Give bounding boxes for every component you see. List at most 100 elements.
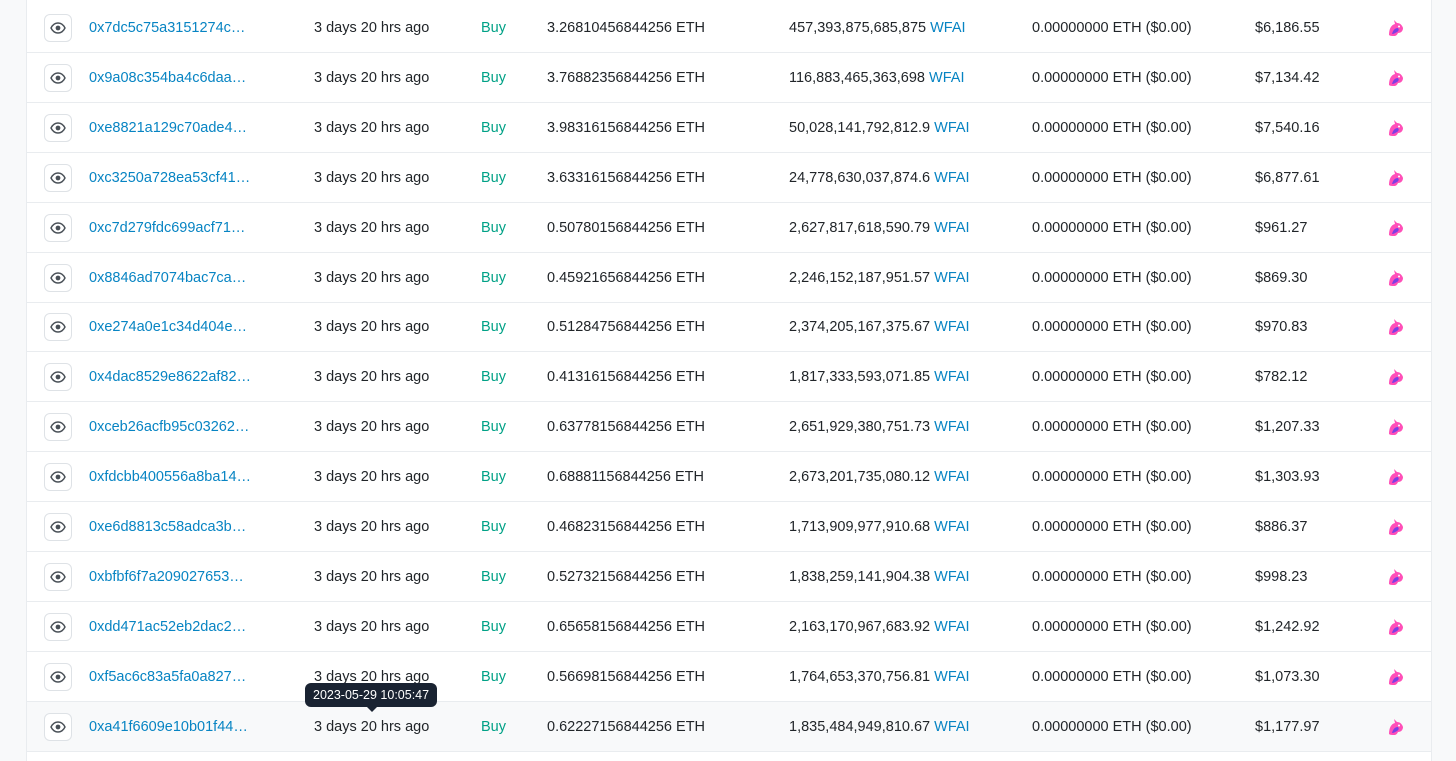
table-row: 0x4dac8529e8622af82… 3 days 20 hrs ago Buy… [27,352,1431,402]
view-details-button[interactable] [44,263,72,292]
token-link[interactable]: WFAI [930,20,965,36]
token-amount: 2,374,205,167,375.67 [789,318,931,335]
txn-price: 0.00000000 ETH ($0.00) [1032,19,1192,36]
txn-type: Buy [481,119,506,136]
txn-hash-link[interactable]: 0xe6d8813c58adca3b… [89,519,259,535]
table-row: 0xa41f6609e10b01f44… 3 days 20 hrs ago Buy… [27,702,1431,752]
token-amount-cell: 1,838,259,141,904.38 WFAI [789,569,970,585]
eye-icon [50,319,66,335]
txn-age: 3 days 20 hrs ago [314,269,430,286]
txn-age: 3 days 20 hrs ago [314,318,430,335]
uniswap-icon[interactable] [1385,616,1407,638]
view-details-button[interactable] [44,712,72,741]
txn-hash-link[interactable]: 0x9a08c354ba4c6daa… [89,70,259,86]
token-amount-cell: 1,764,653,370,756.81 WFAI [789,669,970,685]
txn-hash-link[interactable]: 0x7dc5c75a3151274c… [89,20,259,36]
token-amount: 457,393,875,685,875 [789,19,927,36]
txn-hash-link[interactable]: 0x8846ad7074bac7ca… [89,270,259,286]
txn-value: $782.12 [1255,368,1308,385]
view-details-button[interactable] [44,63,72,92]
txn-hash-link[interactable]: 0xdd471ac52eb2dac2… [89,619,259,635]
token-link[interactable]: WFAI [934,120,969,136]
txn-hash-link[interactable]: 0xa41f6609e10b01f44… [89,719,259,735]
txn-age: 3 days 20 hrs ago [314,468,430,485]
uniswap-icon[interactable] [1385,716,1407,738]
txn-hash-link[interactable]: 0xf5ac6c83a5fa0a827… [89,669,259,685]
txn-age: 3 days 20 hrs ago [314,518,430,535]
txn-type: Buy [481,718,506,735]
token-link[interactable]: WFAI [934,369,969,385]
eye-icon [50,20,66,36]
txn-hash-link[interactable]: 0xc3250a728ea53cf41… [89,170,259,186]
uniswap-icon[interactable] [1385,666,1407,688]
view-details-button[interactable] [44,662,72,691]
txn-age: 3 days 20 hrs ago [314,718,430,735]
txn-hash-link[interactable]: 0xfdcbb400556a8ba14… [89,469,259,485]
table-row: 0x8846ad7074bac7ca… 3 days 20 hrs ago Buy 0… [27,253,1431,303]
view-details-button[interactable] [44,462,72,491]
uniswap-icon[interactable] [1385,316,1407,338]
txn-hash-link[interactable]: 0x4dac8529e8622af82… [89,369,259,385]
txn-type: Buy [481,219,506,236]
uniswap-icon[interactable] [1385,67,1407,89]
eye-icon [50,469,66,485]
txn-hash-link[interactable]: 0xe274a0e1c34d404e… [89,319,259,335]
token-link[interactable]: WFAI [934,569,969,585]
txn-price: 0.00000000 ETH ($0.00) [1032,318,1192,335]
token-link[interactable]: WFAI [934,319,969,335]
table-row: 0xf5ac6c83a5fa0a827… 3 days 20 hrs ago Buy… [27,652,1431,702]
view-details-button[interactable] [44,163,72,192]
uniswap-icon[interactable] [1385,366,1407,388]
uniswap-icon[interactable] [1385,466,1407,488]
token-amount-cell: 24,778,630,037,874.6 WFAI [789,170,970,186]
view-details-button[interactable] [44,612,72,641]
uniswap-icon[interactable] [1385,17,1407,39]
token-link[interactable]: WFAI [934,719,969,735]
view-details-button[interactable] [44,113,72,142]
uniswap-icon[interactable] [1385,516,1407,538]
txn-hash-link[interactable]: 0xe8821a129c70ade4… [89,120,259,136]
txn-value: $1,073.30 [1255,668,1320,685]
token-link[interactable]: WFAI [934,619,969,635]
token-link[interactable]: WFAI [934,270,969,286]
token-link[interactable]: WFAI [934,220,969,236]
token-link[interactable]: WFAI [934,170,969,186]
view-details-button[interactable] [44,362,72,391]
token-amount-cell: 1,835,484,949,810.67 WFAI [789,719,970,735]
eye-icon [50,120,66,136]
txn-hash-link[interactable]: 0xceb26acfb95c03262… [89,419,259,435]
view-details-button[interactable] [44,512,72,541]
token-link[interactable]: WFAI [934,669,969,685]
view-details-button[interactable] [44,412,72,441]
table-row: 0x9a08c354ba4c6daa… 3 days 20 hrs ago Buy 3… [27,53,1431,103]
uniswap-icon[interactable] [1385,167,1407,189]
token-link[interactable]: WFAI [934,469,969,485]
txn-value: $7,540.16 [1255,119,1320,136]
uniswap-icon[interactable] [1385,416,1407,438]
token-link[interactable]: WFAI [929,70,964,86]
txn-age: 3 days 20 hrs ago [314,69,430,86]
uniswap-icon[interactable] [1385,217,1407,239]
txn-hash-link[interactable]: 0xbfbf6f7a209027653… [89,569,259,585]
txn-hash-link[interactable]: 0xc7d279fdc699acf71… [89,220,259,236]
uniswap-icon[interactable] [1385,267,1407,289]
token-amount: 2,651,929,380,751.73 [789,418,931,435]
view-details-button[interactable] [44,312,72,341]
view-details-button[interactable] [44,562,72,591]
uniswap-icon[interactable] [1385,566,1407,588]
token-amount: 2,673,201,735,080.12 [789,468,931,485]
txn-type: Buy [481,318,506,335]
view-details-button[interactable] [44,13,72,42]
txn-type: Buy [481,618,506,635]
txn-type: Buy [481,19,506,36]
txn-age: 3 days 20 hrs ago [314,368,430,385]
token-link[interactable]: WFAI [934,519,969,535]
eye-icon [50,519,66,535]
eye-icon [50,369,66,385]
txn-value: $869.30 [1255,269,1308,286]
token-link[interactable]: WFAI [934,419,969,435]
view-details-button[interactable] [44,213,72,242]
token-amount: 1,835,484,949,810.67 [789,718,931,735]
uniswap-icon[interactable] [1385,117,1407,139]
table-row: 0xe6d8813c58adca3b… 3 days 20 hrs ago Buy 0… [27,502,1431,552]
